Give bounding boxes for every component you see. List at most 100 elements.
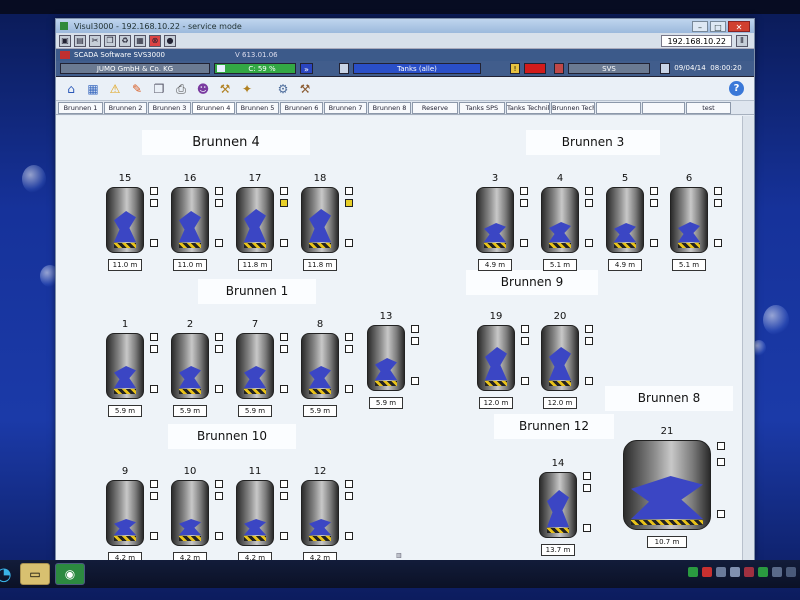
- recycle-icon[interactable]: ♻: [119, 34, 131, 47]
- status-indicator[interactable]: [650, 199, 658, 207]
- tab-brunnen-7[interactable]: Brunnen 7: [324, 102, 367, 114]
- status-indicator[interactable]: [520, 187, 528, 195]
- status-indicator[interactable]: [280, 239, 288, 247]
- status-indicator[interactable]: [717, 510, 725, 518]
- status-indicator[interactable]: [345, 492, 353, 500]
- status-indicator[interactable]: [714, 239, 722, 247]
- record-icon[interactable]: ●: [164, 34, 176, 47]
- status-indicator[interactable]: [215, 333, 223, 341]
- status-indicator[interactable]: [150, 187, 158, 195]
- status-indicator[interactable]: [215, 532, 223, 540]
- tank-11[interactable]: 11 4.2 m: [236, 466, 296, 570]
- status-indicator[interactable]: [150, 385, 158, 393]
- tab-tanks-sps[interactable]: Tanks SPS: [459, 102, 505, 114]
- tank-15[interactable]: 15 11.0 m: [106, 173, 166, 277]
- status-indicator[interactable]: [215, 492, 223, 500]
- tank-6[interactable]: 6 5.1 m: [670, 173, 730, 277]
- tools-icon[interactable]: ⚒: [216, 80, 234, 98]
- tank-3[interactable]: 3 4.9 m: [476, 173, 536, 277]
- status-indicator[interactable]: [345, 333, 353, 341]
- tank-14[interactable]: 14 13.7 m: [539, 458, 599, 562]
- tank-2[interactable]: 2 5.9 m: [171, 319, 231, 423]
- tank-1[interactable]: 1 5.9 m: [106, 319, 166, 423]
- sync-icon[interactable]: [772, 567, 782, 577]
- status-indicator[interactable]: [585, 377, 593, 385]
- wand-icon[interactable]: ✦: [238, 80, 256, 98]
- alarm-warning-icon[interactable]: !: [510, 63, 520, 74]
- update-icon[interactable]: [758, 567, 768, 577]
- start-icon[interactable]: ◔: [0, 564, 12, 585]
- status-indicator[interactable]: [520, 239, 528, 247]
- status-indicator[interactable]: [215, 187, 223, 195]
- gear-icon[interactable]: ⚙: [274, 80, 292, 98]
- status-indicator[interactable]: [150, 492, 158, 500]
- copy-icon[interactable]: ❐: [104, 34, 116, 47]
- status-indicator[interactable]: [280, 492, 288, 500]
- status-indicator[interactable]: [150, 333, 158, 341]
- status-indicator[interactable]: [280, 345, 288, 353]
- tank-18[interactable]: 18 11.8 m: [301, 173, 361, 277]
- status-indicator[interactable]: [150, 199, 158, 207]
- status-indicator[interactable]: [150, 239, 158, 247]
- status-indicator[interactable]: [585, 325, 593, 333]
- tab-brunnen-3[interactable]: Brunnen 3: [148, 102, 191, 114]
- tank-10[interactable]: 10 4.2 m: [171, 466, 231, 570]
- status-indicator[interactable]: [521, 325, 529, 333]
- alarm-indicator[interactable]: [524, 63, 546, 74]
- status-indicator[interactable]: [345, 187, 353, 195]
- save-icon[interactable]: ▤: [74, 34, 86, 47]
- status-indicator[interactable]: [650, 239, 658, 247]
- status-indicator[interactable]: [585, 187, 593, 195]
- tab-brunnen-5[interactable]: Brunnen 5: [236, 102, 279, 114]
- svs-label[interactable]: SVS: [568, 63, 650, 74]
- tab-tanks-technik[interactable]: Tanks Technik: [506, 102, 550, 114]
- status-indicator[interactable]: [280, 187, 288, 195]
- flag-icon[interactable]: [744, 567, 754, 577]
- help-icon[interactable]: ?: [729, 81, 744, 96]
- tab-empty-13[interactable]: [642, 102, 685, 114]
- status-indicator[interactable]: [215, 239, 223, 247]
- vertical-scrollbar[interactable]: [742, 116, 754, 561]
- status-indicator[interactable]: [280, 480, 288, 488]
- status-indicator[interactable]: [585, 239, 593, 247]
- tank-19[interactable]: 19 12.0 m: [477, 311, 537, 415]
- display-icon[interactable]: [716, 567, 726, 577]
- status-indicator[interactable]: [345, 385, 353, 393]
- status-indicator[interactable]: [345, 199, 353, 207]
- status-indicator[interactable]: [714, 187, 722, 195]
- status-indicator[interactable]: [345, 480, 353, 488]
- status-indicator[interactable]: [215, 480, 223, 488]
- pause-icon[interactable]: Ⅱ: [736, 34, 748, 47]
- status-indicator[interactable]: [345, 532, 353, 540]
- status-indicator[interactable]: [717, 442, 725, 450]
- stop-icon[interactable]: ⊗: [149, 34, 161, 47]
- status-indicator[interactable]: [215, 199, 223, 207]
- status-indicator[interactable]: [583, 472, 591, 480]
- close-button[interactable]: ✕: [728, 20, 750, 32]
- status-indicator[interactable]: [280, 333, 288, 341]
- warning-icon[interactable]: ⚠: [106, 80, 124, 98]
- tank-8[interactable]: 8 5.9 m: [301, 319, 361, 423]
- tank-12[interactable]: 12 4.2 m: [301, 466, 361, 570]
- volume-icon[interactable]: [786, 567, 796, 577]
- status-indicator[interactable]: [521, 337, 529, 345]
- status-indicator[interactable]: [583, 484, 591, 492]
- tab-reserve[interactable]: Reserve: [412, 102, 458, 114]
- status-indicator[interactable]: [521, 377, 529, 385]
- status-indicator[interactable]: [714, 199, 722, 207]
- tank-7[interactable]: 7 5.9 m: [236, 319, 296, 423]
- tab-brunnen-6[interactable]: Brunnen 6: [280, 102, 323, 114]
- speaker-icon[interactable]: [730, 567, 740, 577]
- status-indicator[interactable]: [411, 325, 419, 333]
- pen-icon[interactable]: ✎: [128, 80, 146, 98]
- status-indicator[interactable]: [650, 187, 658, 195]
- screen-icon[interactable]: ▣: [59, 34, 71, 47]
- maximize-button[interactable]: □: [710, 20, 726, 32]
- status-indicator[interactable]: [411, 377, 419, 385]
- status-indicator[interactable]: [411, 337, 419, 345]
- status-indicator[interactable]: [345, 239, 353, 247]
- tab-brunnen-8[interactable]: Brunnen 8: [368, 102, 411, 114]
- tab-brunnen-1[interactable]: Brunnen 1: [58, 102, 103, 114]
- hammer-icon[interactable]: ⚒: [296, 80, 314, 98]
- forward-arrow-button[interactable]: »: [300, 63, 313, 74]
